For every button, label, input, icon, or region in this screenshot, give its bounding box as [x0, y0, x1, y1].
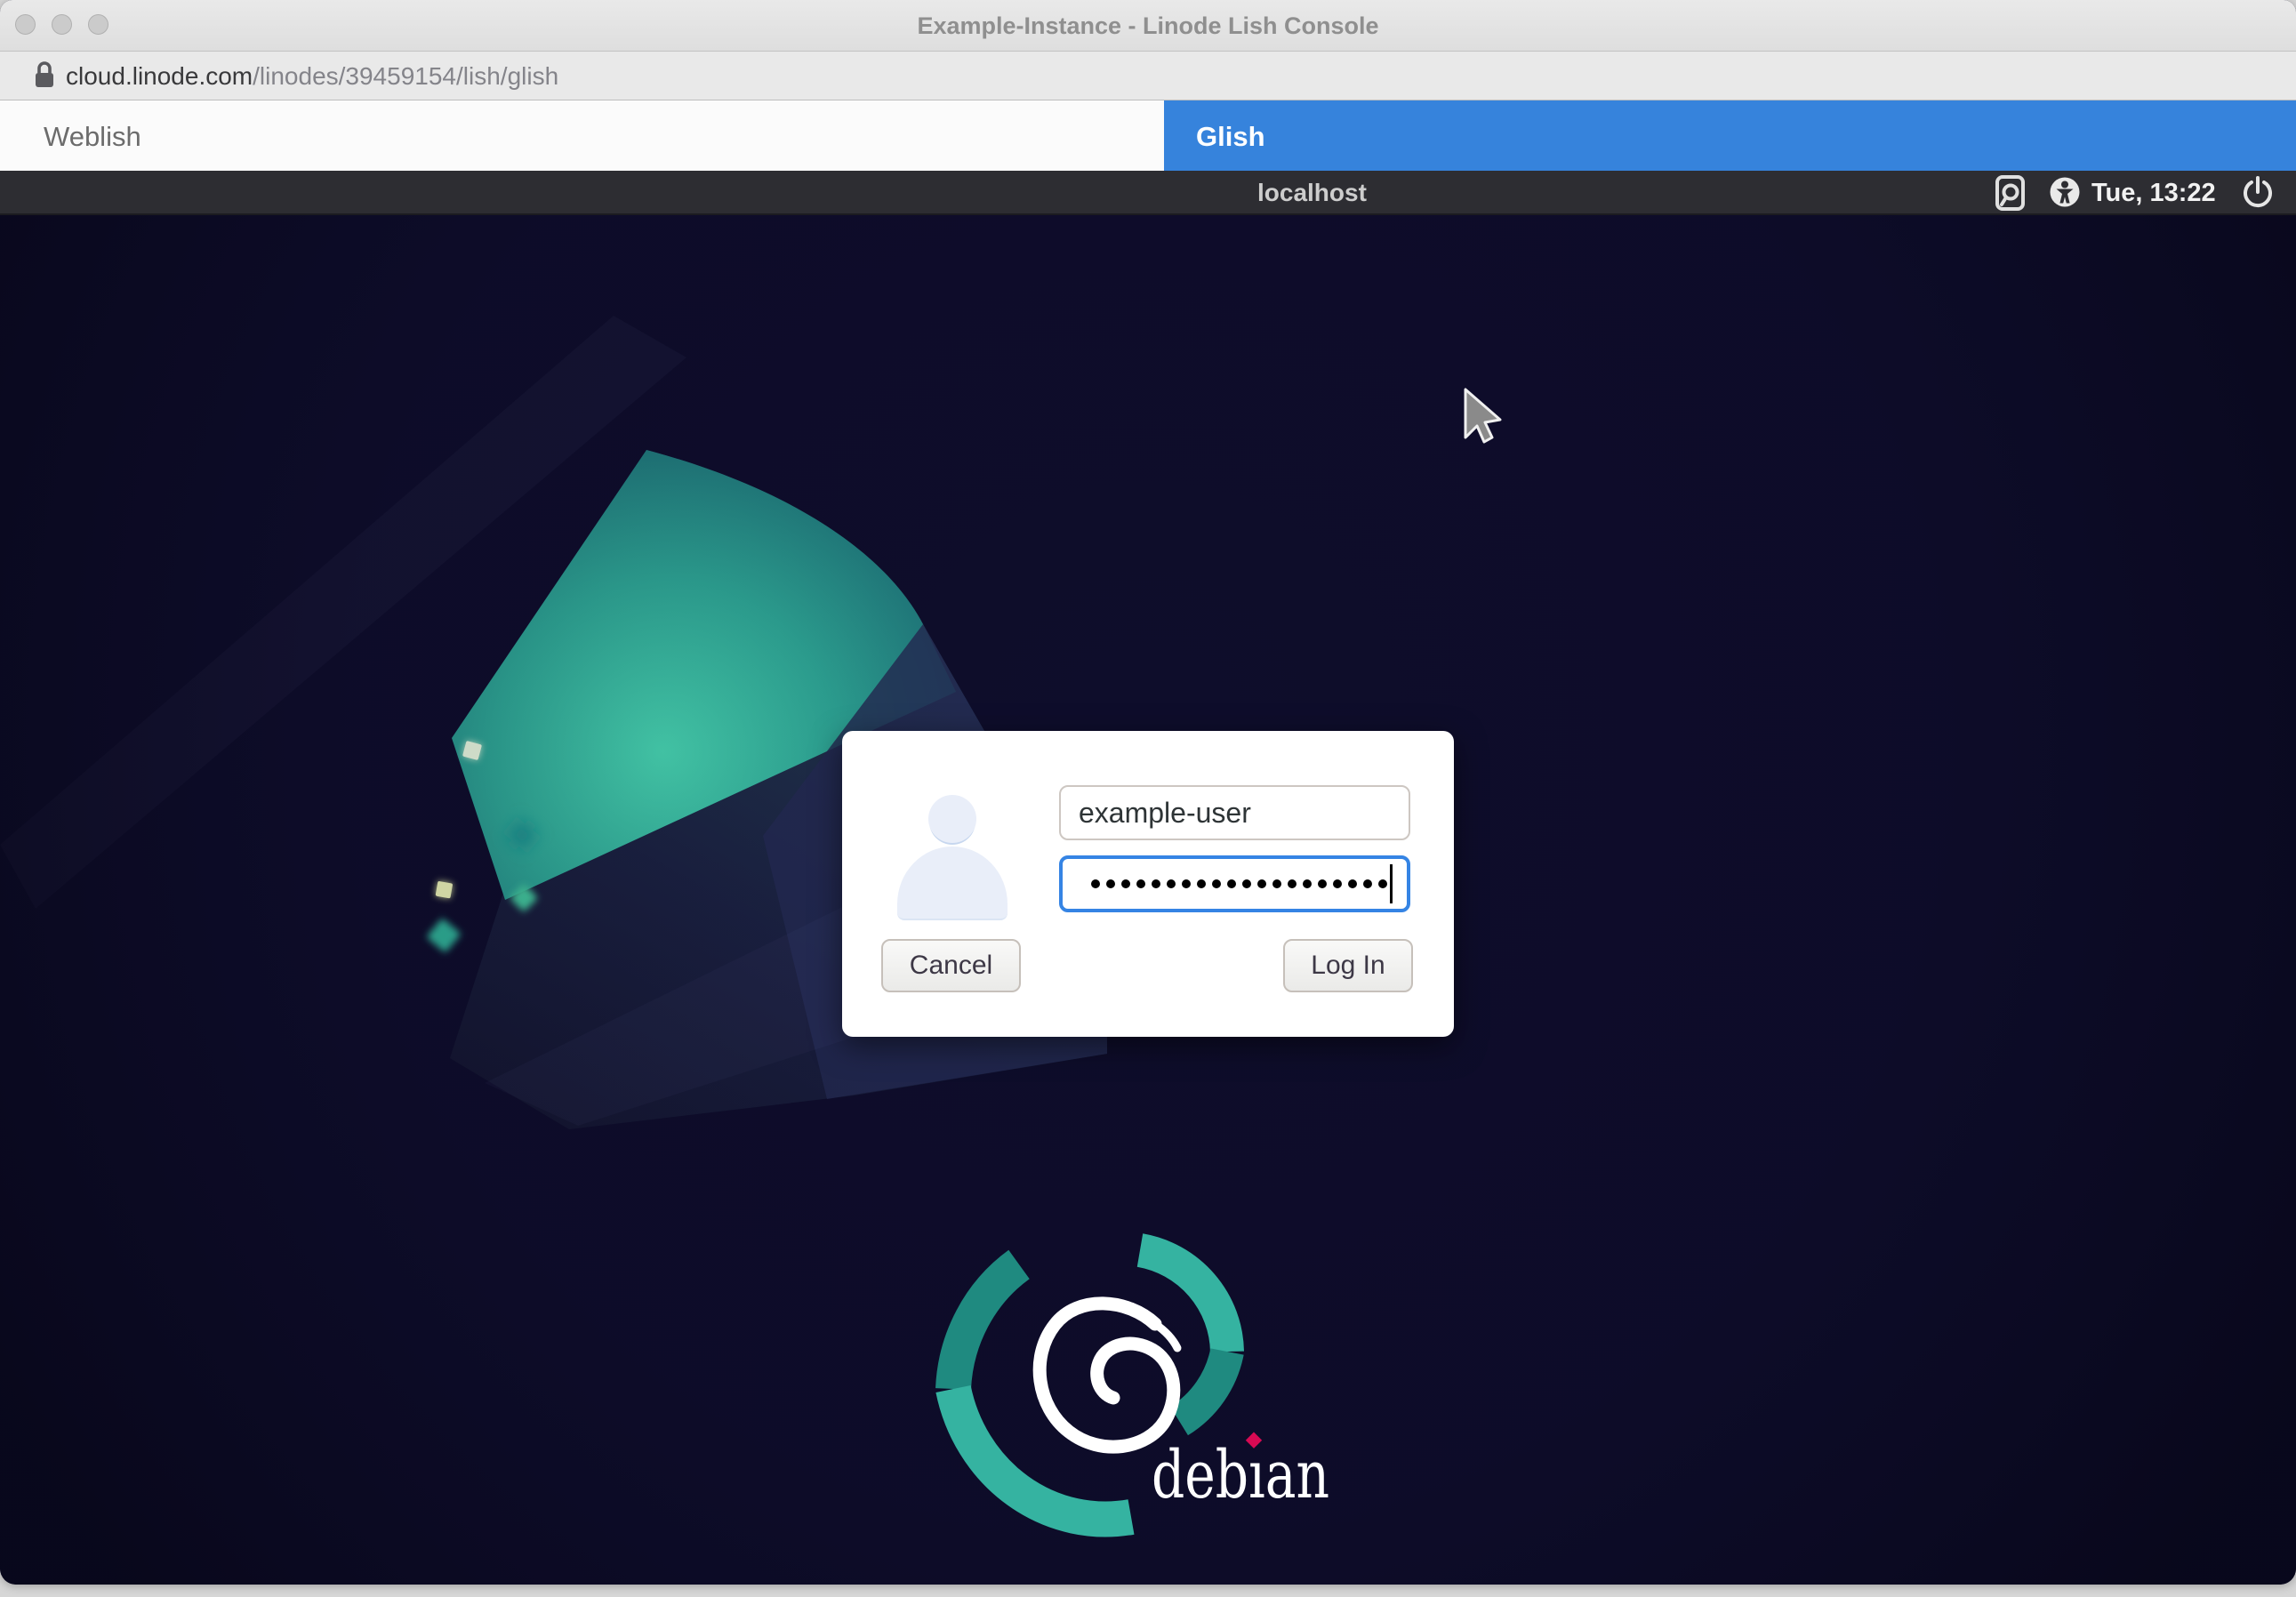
tab-glish[interactable]: Glish: [1164, 100, 2296, 171]
password-dot: [1363, 879, 1372, 888]
cancel-button[interactable]: Cancel: [881, 939, 1021, 992]
password-dot: [1272, 879, 1281, 888]
url-path: /linodes/39459154/lish/glish: [253, 62, 558, 90]
browser-window: Example-Instance - Linode Lish Console c…: [0, 0, 2296, 1585]
titlebar: Example-Instance - Linode Lish Console: [0, 0, 2296, 52]
lock-icon: [32, 60, 57, 91]
password-dot: [1197, 879, 1206, 888]
screenshot-root: { "window": { "title": "Example-Instance…: [0, 0, 2296, 1597]
password-dot: [1152, 879, 1160, 888]
password-dot: [1106, 879, 1115, 888]
password-dot: [1303, 879, 1312, 888]
username-field[interactable]: example-user: [1059, 785, 1410, 840]
user-avatar-icon-body: [897, 847, 1008, 920]
hostname-label: localhost: [1257, 171, 1367, 213]
password-dots: [1091, 879, 1387, 888]
password-dot: [1167, 879, 1176, 888]
accessibility-icon[interactable]: [2048, 175, 2082, 209]
window-title: Example-Instance - Linode Lish Console: [0, 0, 2296, 51]
login-dialog: example-user Cancel Log In: [842, 731, 1454, 1037]
password-dot: [1242, 879, 1251, 888]
url-domain: cloud.linode.com: [66, 62, 253, 90]
password-dot: [1288, 879, 1297, 888]
login-button[interactable]: Log In: [1283, 939, 1413, 992]
gnome-top-bar: localhost Tue, 13:22: [0, 171, 2296, 215]
password-dot: [1121, 879, 1130, 888]
password-dot: [1091, 879, 1100, 888]
text-caret: [1390, 864, 1393, 903]
password-dot: [1333, 879, 1342, 888]
tab-weblish[interactable]: Weblish: [0, 100, 1164, 171]
screen-magnifier-icon[interactable]: [1995, 175, 2027, 211]
password-dot: [1348, 879, 1357, 888]
password-field[interactable]: [1059, 855, 1410, 912]
password-dot: [1257, 879, 1266, 888]
password-dot: [1212, 879, 1221, 888]
glish-desktop: localhost Tue, 13:22: [0, 171, 2296, 1585]
url-bar[interactable]: cloud.linode.com/linodes/39459154/lish/g…: [0, 52, 2296, 100]
password-dot: [1182, 879, 1191, 888]
password-dot: [1378, 879, 1387, 888]
lish-tabstrip: Weblish Glish: [0, 100, 2296, 171]
user-avatar-icon: [928, 795, 976, 843]
power-icon[interactable]: [2242, 175, 2274, 209]
debian-wordmark: debıan: [1152, 1437, 1329, 1513]
password-dot: [1136, 879, 1145, 888]
password-dot: [1227, 879, 1236, 888]
password-dot: [1318, 879, 1327, 888]
clock-label[interactable]: Tue, 13:22: [2091, 171, 2216, 213]
address-text[interactable]: cloud.linode.com/linodes/39459154/lish/g…: [66, 52, 558, 100]
